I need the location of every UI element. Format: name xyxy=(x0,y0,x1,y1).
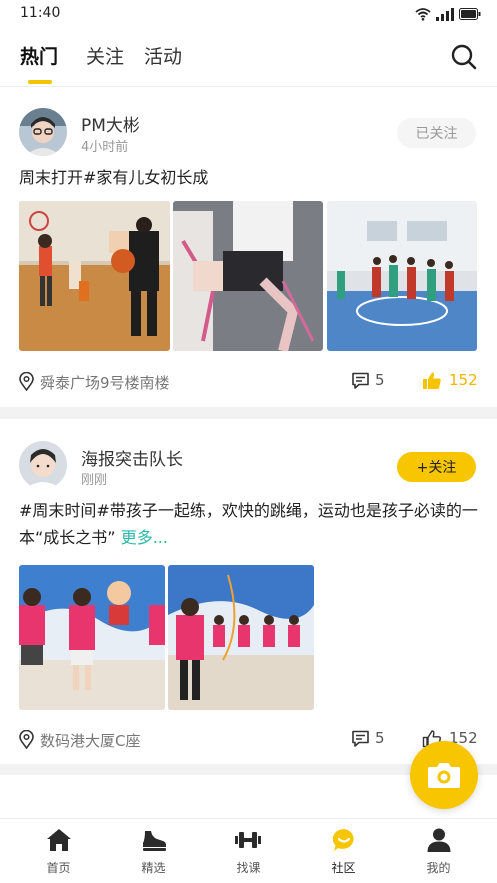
nav-item-featured[interactable]: 精选 xyxy=(104,819,203,883)
thumbs-up-icon[interactable] xyxy=(422,371,442,390)
post-text: 周末打开#家有儿女初长成 xyxy=(19,164,479,191)
comment-count: 5 xyxy=(375,371,385,389)
tab-hot[interactable]: 热门 xyxy=(20,42,58,69)
nav-item-community[interactable]: 社区 xyxy=(294,819,393,883)
signal-icon xyxy=(436,8,454,21)
comment-icon[interactable] xyxy=(351,372,370,390)
post-text-body: 周末打开#家有儿女初长成 xyxy=(19,168,209,187)
shoe-icon xyxy=(143,831,166,851)
location-pin-icon xyxy=(19,730,34,749)
avatar[interactable] xyxy=(19,108,67,156)
post-photo[interactable] xyxy=(19,565,165,710)
bottom-nav: 首页 精选 找课 社区 我的 xyxy=(0,818,497,883)
status-icons xyxy=(415,6,481,22)
tab-activities[interactable]: 活动 xyxy=(144,42,182,69)
username[interactable]: PM大彬 xyxy=(81,111,140,136)
camera-post-button[interactable] xyxy=(410,741,478,809)
post-card: PM大彬 4小时前 已关注 周末打开#家有儿女初长成 舜泰广场9号楼南楼 5 1… xyxy=(0,87,497,407)
nav-item-find-course[interactable]: 找课 xyxy=(199,819,298,883)
nav-item-mine[interactable]: 我的 xyxy=(389,819,488,883)
location-label[interactable]: 舜泰广场9号楼南楼 xyxy=(40,372,170,393)
post-photo[interactable] xyxy=(173,201,323,351)
avatar-image xyxy=(19,441,67,489)
camera-icon xyxy=(428,763,460,788)
nav-label: 社区 xyxy=(331,861,356,875)
nav-label: 首页 xyxy=(46,861,71,875)
post-text-body: #周末时间#带孩子一起练，欢快的跳绳，运动也是孩子必读的一本“成长之书” xyxy=(19,501,478,547)
post-card: 海报突击队长 刚刚 +关注 #周末时间#带孩子一起练，欢快的跳绳，运动也是孩子必… xyxy=(0,419,497,764)
battery-icon xyxy=(459,8,481,20)
like-count: 152 xyxy=(449,371,478,389)
chat-bubble-icon xyxy=(332,828,354,851)
wifi-icon xyxy=(415,8,431,21)
comment-count: 5 xyxy=(375,729,385,747)
location-pin-icon xyxy=(19,372,34,391)
post-meta-row: 舜泰广场9号楼南楼 5 152 xyxy=(0,370,497,394)
avatar[interactable] xyxy=(19,441,67,489)
nav-label: 精选 xyxy=(141,861,166,875)
nav-item-home[interactable]: 首页 xyxy=(9,819,108,883)
comment-icon[interactable] xyxy=(351,730,370,748)
search-icon xyxy=(451,44,477,70)
person-icon xyxy=(427,828,451,852)
nav-label: 我的 xyxy=(426,861,451,875)
status-time: 11:40 xyxy=(20,5,61,21)
active-tab-indicator xyxy=(28,80,52,84)
post-time: 4小时前 xyxy=(81,140,129,155)
post-photo[interactable] xyxy=(327,201,477,351)
feed-separator xyxy=(0,407,497,419)
location-label[interactable]: 数码港大厦C座 xyxy=(40,730,140,751)
top-tab-bar: 热门 关注 活动 xyxy=(0,28,497,86)
post-text: #周末时间#带孩子一起练，欢快的跳绳，运动也是孩子必读的一本“成长之书” 更多.… xyxy=(19,497,479,551)
nav-label: 找课 xyxy=(236,861,261,875)
post-photo[interactable] xyxy=(19,201,170,351)
search-button[interactable] xyxy=(449,42,479,72)
follow-button[interactable]: 已关注 xyxy=(397,118,476,148)
home-icon xyxy=(47,829,71,851)
dumbbell-icon xyxy=(235,832,261,848)
username[interactable]: 海报突击队长 xyxy=(81,445,183,470)
follow-button[interactable]: +关注 xyxy=(397,452,476,482)
post-time: 刚刚 xyxy=(81,473,108,488)
post-photo[interactable] xyxy=(168,565,314,710)
read-more-link[interactable]: 更多... xyxy=(121,528,168,547)
tab-following[interactable]: 关注 xyxy=(86,42,124,69)
status-bar: 11:40 xyxy=(0,0,497,28)
avatar-image xyxy=(19,108,67,156)
